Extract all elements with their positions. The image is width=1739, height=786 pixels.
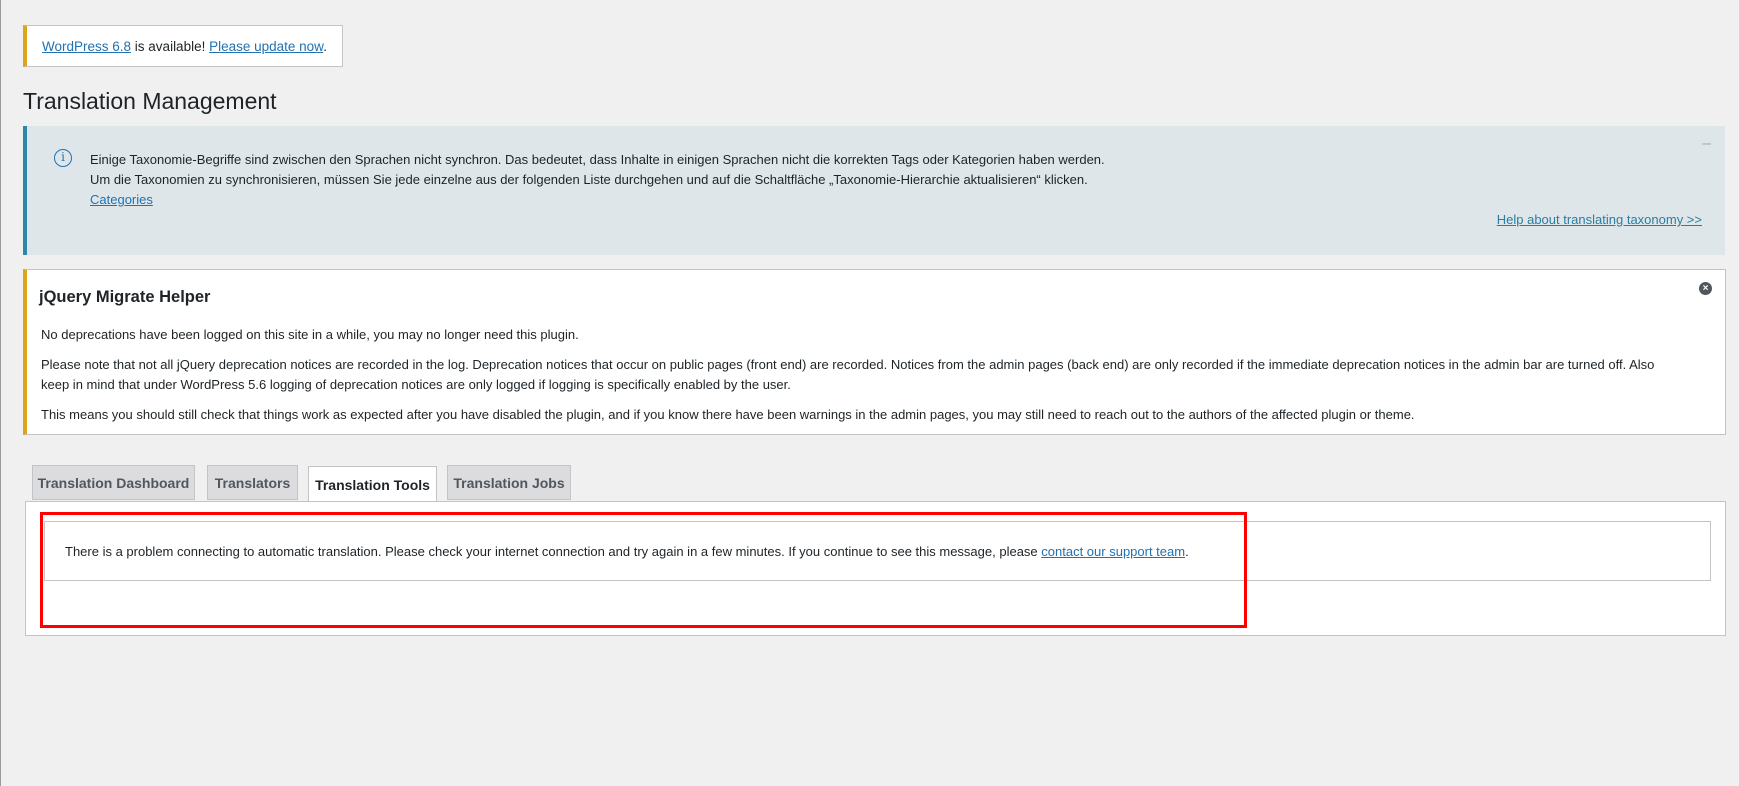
categories-link[interactable]: Categories <box>90 192 153 207</box>
update-notice-period: . <box>323 38 327 54</box>
taxonomy-notice-text: Einige Taxonomie-Begriffe sind zwischen … <box>90 150 1105 210</box>
taxonomy-notice-line1: Einige Taxonomie-Begriffe sind zwischen … <box>90 152 1105 167</box>
tab-translation-dashboard[interactable]: Translation Dashboard <box>32 465 195 500</box>
tab-translators[interactable]: Translators <box>207 465 298 500</box>
close-icon[interactable]: × <box>1699 282 1712 295</box>
jquery-notice-p1: No deprecations have been logged on this… <box>41 327 579 342</box>
red-highlight-box <box>40 512 1247 628</box>
taxonomy-help-link[interactable]: Help about translating taxonomy >> <box>1497 212 1702 227</box>
info-icon: i <box>54 149 72 167</box>
tab-translation-tools[interactable]: Translation Tools <box>308 466 437 503</box>
page-title: Translation Management <box>23 88 277 114</box>
jquery-notice-p3: This means you should still check that t… <box>41 406 1415 422</box>
update-now-link[interactable]: Please update now <box>209 39 323 54</box>
taxonomy-notice-line2: Um die Taxonomien zu synchronisieren, mü… <box>90 172 1088 187</box>
jquery-notice-body: No deprecations have been logged on this… <box>41 325 1675 434</box>
update-notice-text: is available! <box>131 38 210 54</box>
jquery-migrate-notice: jQuery Migrate Helper × No deprecations … <box>23 269 1726 435</box>
collapse-icon[interactable]: – <box>1702 135 1711 153</box>
jquery-notice-p2: Please note that not all jQuery deprecat… <box>41 356 1655 393</box>
tab-translation-jobs[interactable]: Translation Jobs <box>447 465 571 500</box>
taxonomy-sync-notice: i Einige Taxonomie-Begriffe sind zwische… <box>23 126 1725 255</box>
window-edge <box>0 0 1 786</box>
jquery-notice-title: jQuery Migrate Helper <box>39 288 211 306</box>
wordpress-version-link[interactable]: WordPress 6.8 <box>42 39 131 54</box>
update-notice: WordPress 6.8 is available! Please updat… <box>23 25 343 67</box>
